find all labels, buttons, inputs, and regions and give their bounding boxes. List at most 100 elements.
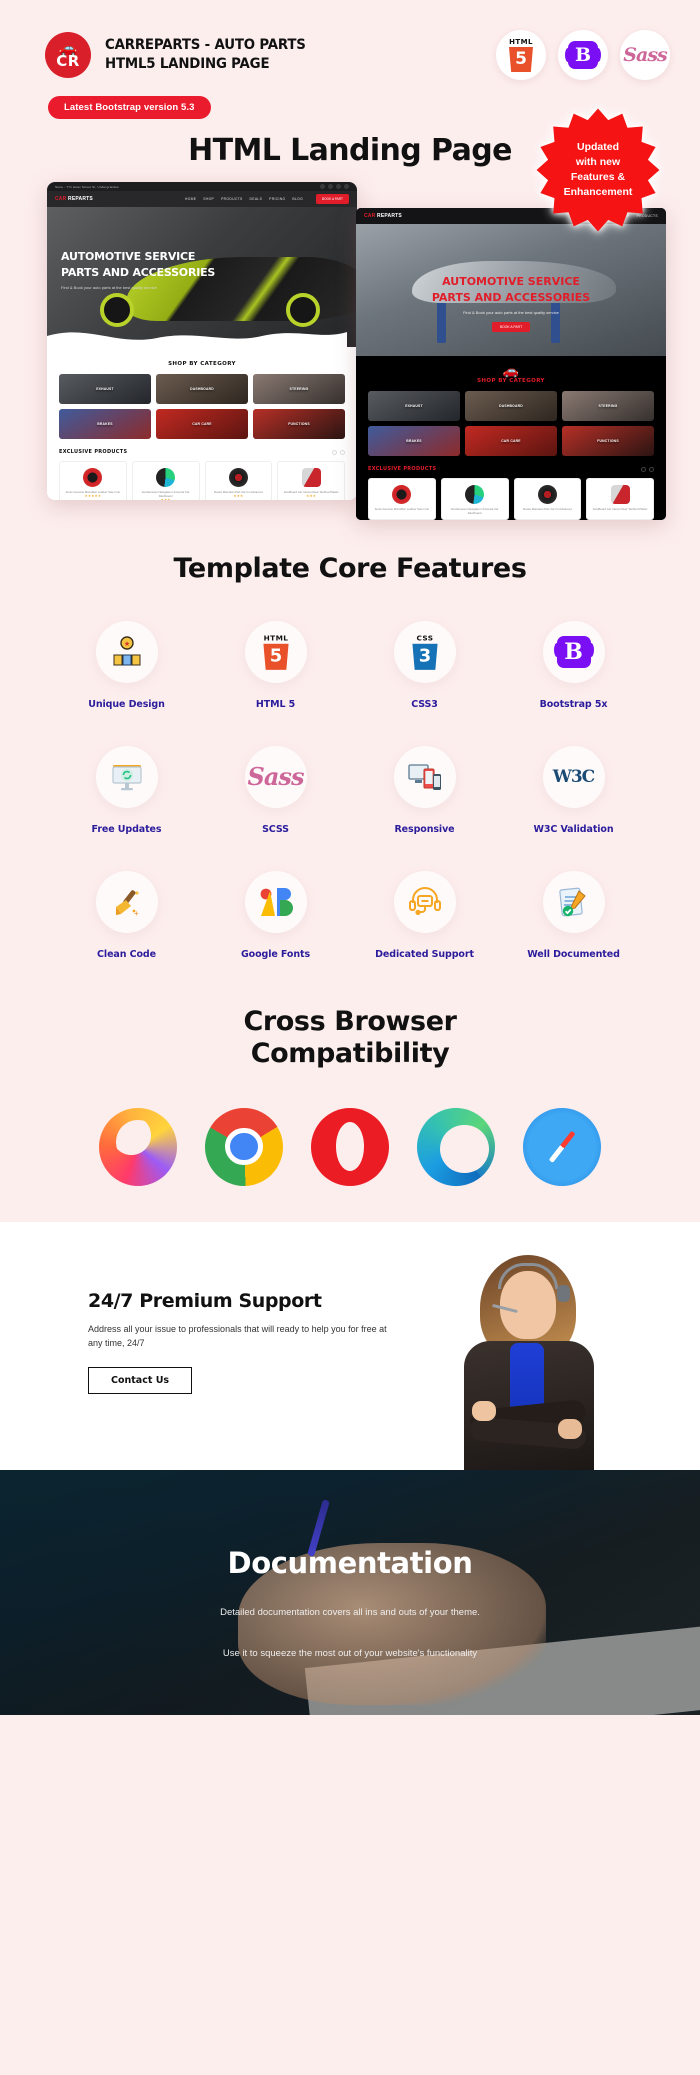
category-cell: STEERING: [253, 374, 345, 404]
browsers-title-line2: Compatibility: [250, 1037, 450, 1069]
facebook-icon: [320, 184, 325, 189]
mockup-menu-item-blog: BLOG: [292, 197, 304, 201]
documentation-line2: Use it to squeeze the most out of your w…: [222, 1648, 478, 1660]
category-cell: EXHAUST: [368, 391, 460, 421]
twitter-icon: [328, 184, 333, 189]
browsers-title-line1: Cross Browser: [243, 1005, 457, 1037]
documentation-section: Documentation Detailed documentation cov…: [0, 1469, 700, 1715]
tablet-hero-sub: Find & Book your auto parts at the best …: [463, 309, 559, 315]
category-cell: BRAKES: [59, 409, 151, 439]
feature-label: Well Documented: [527, 948, 620, 960]
feature-item: B Bootstrap 5x: [499, 620, 648, 710]
mockup-hero-line1: AUTOMOTIVE SERVICE: [61, 250, 196, 263]
html5-icon: HTML 5: [506, 38, 536, 72]
tail-light-icon: [301, 467, 321, 487]
tablet-logo-suffix: REPARTS: [377, 213, 402, 219]
feature-label: Responsive: [394, 823, 455, 835]
category-cell: FUNCTIONS: [562, 426, 654, 456]
contact-us-button[interactable]: Contact Us: [88, 1367, 193, 1395]
tablet-category-title: SHOP BY CATEGORY: [477, 378, 545, 384]
mockup-logo-prefix: CAR: [55, 196, 67, 202]
bootstrap-badge: B: [558, 30, 608, 80]
category-label: EXHAUST: [96, 387, 114, 391]
wave-divider: [47, 332, 347, 347]
tablet-logo-prefix: CAR: [364, 213, 376, 219]
feature-item: Dedicated Support: [350, 870, 499, 960]
product-card: Rooks Mamatan Part Car for Advanced ★★★ …: [204, 461, 273, 500]
mockup-menu-item-products: PRODUCTS: [221, 197, 243, 201]
mockup-navbar: CAR REPARTS HOME SHOP PRODUCTS DEALS PRI…: [47, 191, 357, 207]
documentation-title: Documentation: [227, 1545, 473, 1580]
support-agent-photo: [454, 1254, 604, 1470]
feature-label: Free Updates: [91, 823, 162, 835]
category-label: STEERING: [289, 387, 309, 391]
mockup-menu: HOME SHOP PRODUCTS DEALS PRICING BLOG: [185, 197, 303, 201]
features-row-2: Free Updates Sass SCSS Responsive W3C W3…: [52, 745, 648, 835]
mockup-body: SHOP BY CATEGORY EXHAUST DASHBOARD STEER…: [47, 347, 357, 500]
speaker-icon: [537, 484, 557, 504]
sass-icon: Sass: [244, 745, 307, 808]
feature-item: Google Fonts: [201, 870, 350, 960]
product-image: [136, 466, 196, 488]
svg-text:★: ★: [123, 640, 129, 648]
instagram-icon: [344, 184, 349, 189]
brand-title-line1: CARREPARTS - AUTO PARTS: [105, 36, 306, 53]
sass-icon: Sass: [623, 44, 667, 66]
steering-wheel-icon: [83, 467, 103, 487]
award-boxes-icon: ★: [95, 620, 158, 683]
product-name: Rooks Mamatan Part Car for Advanced: [523, 507, 572, 511]
prev-arrow-icon: [641, 466, 646, 472]
brand-logo-initials: CR: [56, 51, 80, 70]
tablet-products-header: EXCLUSIVE PRODUCTS: [368, 466, 654, 472]
support-section: 24/7 Premium Support Address all your is…: [0, 1221, 700, 1470]
car-silhouette-icon: 🚗: [502, 363, 520, 378]
landing-page-preview: 🚗 CR CARREPARTS - AUTO PARTS HTML5 LANDI…: [0, 0, 700, 1715]
mockup-menu-item-home: HOME: [184, 197, 197, 201]
w3c-icon: W3C: [542, 745, 605, 808]
category-label: BRAKES: [97, 422, 113, 426]
feature-label: Bootstrap 5x: [539, 698, 608, 710]
starburst-line-3: Features &: [570, 171, 626, 183]
product-image: [372, 483, 432, 505]
product-name: Sonic Genuine Microfiber Leather Steer C…: [374, 507, 430, 511]
mockup-category-grid: EXHAUST DASHBOARD STEERING BRAKES CAR CA…: [59, 374, 345, 439]
product-rating: ★★★★★: [84, 494, 102, 499]
mockup-social-icons: [320, 184, 349, 189]
feature-label: Google Fonts: [240, 948, 311, 960]
product-card: AutoSensors Navigation Universal Car Das…: [440, 478, 509, 520]
product-card: Sonic Genuine Microfiber Leather Steer C…: [59, 461, 127, 500]
product-image: [63, 466, 123, 488]
mockup-category-title: SHOP BY CATEGORY: [168, 361, 236, 367]
category-cell: EXHAUST: [59, 374, 151, 404]
starburst-line-2: with new: [575, 155, 621, 168]
broom-icon: +: [95, 870, 158, 933]
next-arrow-icon: [340, 449, 345, 455]
headset-earcup: [557, 1284, 570, 1302]
brand-logo: 🚗 CR: [45, 32, 91, 78]
agent-hand-right: [558, 1418, 582, 1439]
mockup-hero-text: AUTOMOTIVE SERVICE PARTS AND ACCESSORIES…: [61, 249, 215, 290]
product-card: Rooks Mamatan Part Car for Advanced: [513, 478, 582, 520]
category-label: BRAKES: [406, 439, 422, 443]
category-label: EXHAUST: [405, 404, 423, 408]
product-card: Sonic Genuine Microfiber Leather Steer C…: [368, 478, 436, 520]
category-label: CAR CARE: [501, 439, 521, 443]
product-name: AutoSensors Navigation Universal Car Das…: [141, 490, 190, 499]
agent-hand-left: [472, 1400, 496, 1421]
category-label: DASHBOARD: [499, 404, 523, 408]
feature-item: Sass SCSS: [201, 745, 350, 835]
mockup-menu-item-deals: DEALS: [249, 197, 263, 201]
product-name: AutoSensors Navigation Universal Car Das…: [450, 507, 499, 516]
category-label: CAR CARE: [192, 422, 212, 426]
monitor-refresh-icon: [95, 745, 158, 808]
feature-item: Free Updates: [52, 745, 201, 835]
product-card: AutoBoard Car Interior Rear Tail Red Pla…: [586, 478, 654, 520]
mockup-menu-item-pricing: PRICING: [269, 197, 286, 201]
safari-logo: [523, 1107, 601, 1186]
tablet-category-grid: EXHAUST DASHBOARD STEERING BRAKES CAR CA…: [368, 391, 654, 456]
gauge-icon: [156, 467, 176, 487]
product-image: [518, 483, 578, 505]
category-cell: STEERING: [562, 391, 654, 421]
desktop-mockup: Store - 771 Hoax Street St, Undergrandes…: [47, 182, 357, 500]
mockup-products-title: EXCLUSIVE PRODUCTS: [59, 449, 128, 455]
